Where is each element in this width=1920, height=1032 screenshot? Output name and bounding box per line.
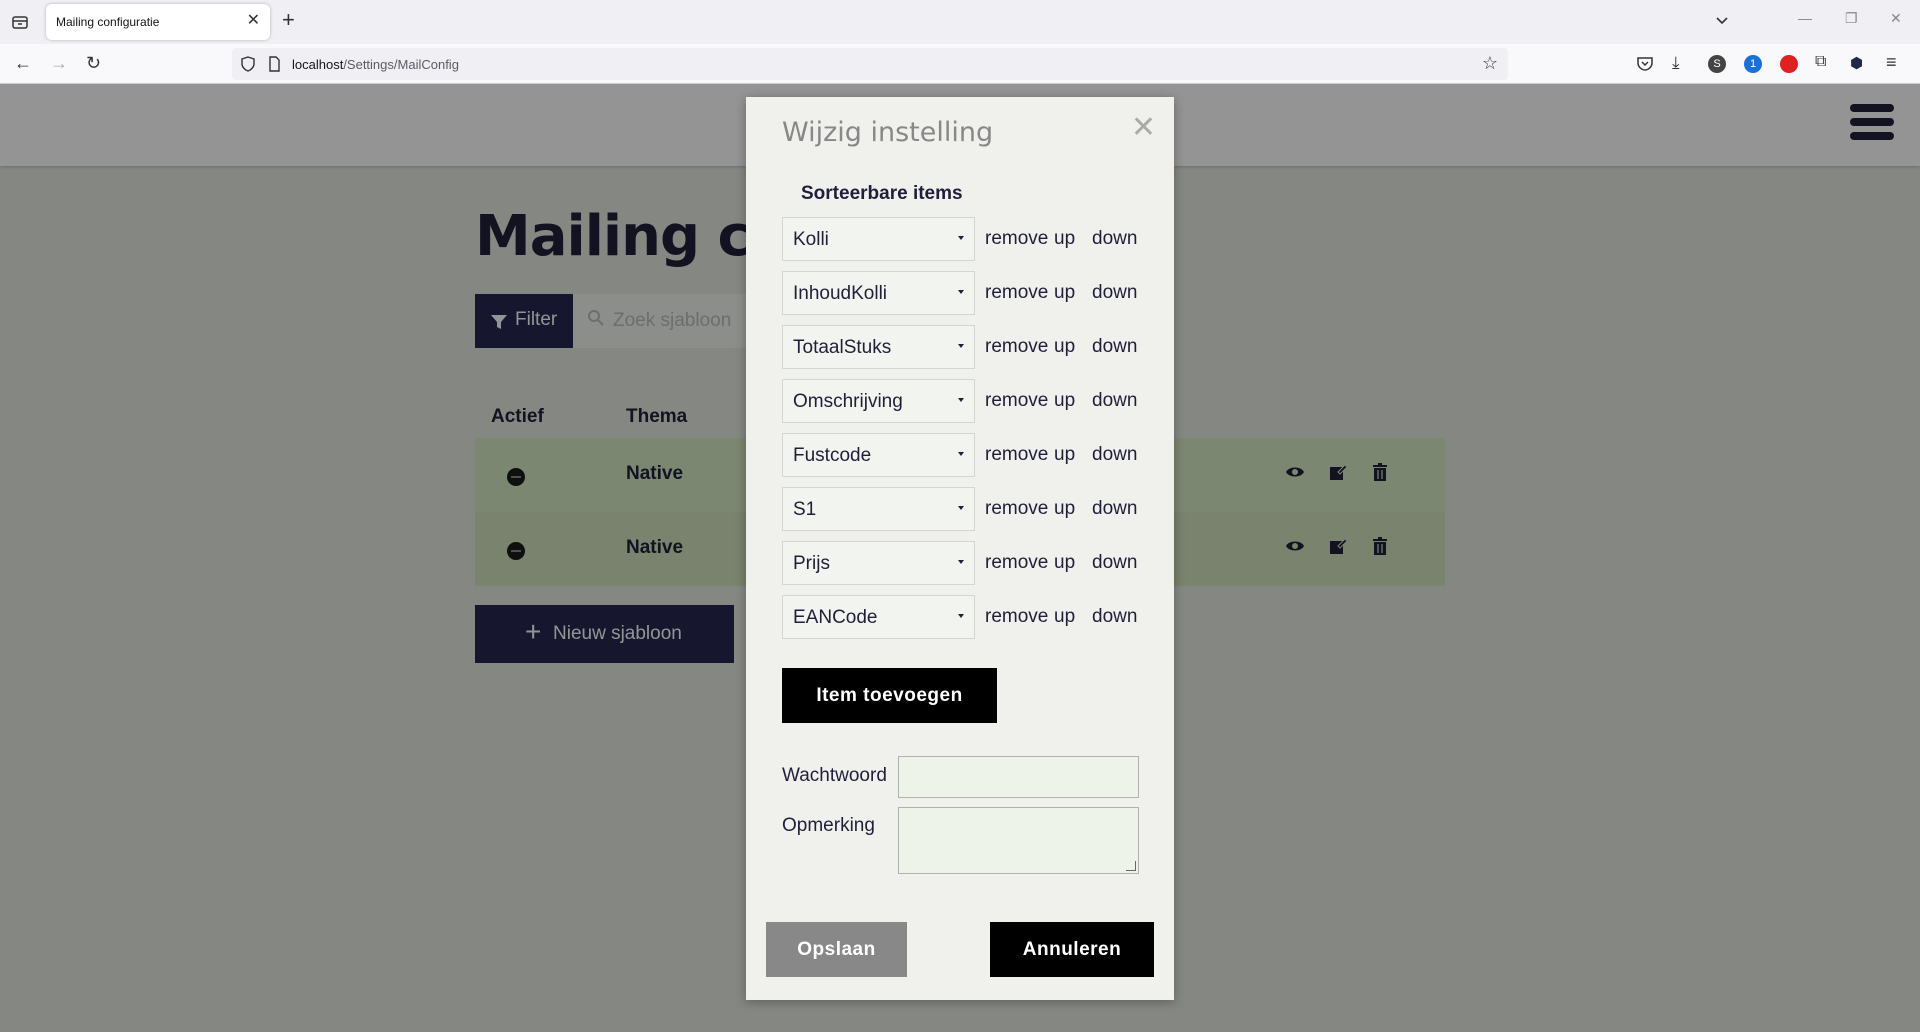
reload-icon[interactable]: ↻: [86, 53, 101, 73]
minimize-icon[interactable]: —: [1798, 10, 1812, 26]
extension-s-icon[interactable]: S: [1708, 55, 1726, 73]
sortable-item-row: Kolli remove up down: [782, 217, 1142, 261]
extension-hex-icon[interactable]: ⬢: [1850, 54, 1868, 72]
caret-down-icon: [958, 344, 964, 348]
tab-overflow-chevron-icon[interactable]: [1714, 13, 1730, 29]
modal-title: Wijzig instelling: [782, 117, 994, 148]
sortable-item-row: InhoudKolli remove up down: [782, 271, 1142, 315]
up-link[interactable]: up: [1054, 390, 1075, 412]
caret-down-icon: [958, 290, 964, 294]
caret-down-icon: [958, 236, 964, 240]
down-link[interactable]: down: [1092, 552, 1137, 574]
sortable-item-row: TotaalStuks remove up down: [782, 325, 1142, 369]
bookmark-star-icon[interactable]: ☆: [1482, 53, 1498, 74]
remove-link[interactable]: remove: [985, 498, 1048, 520]
caret-down-icon: [958, 614, 964, 618]
up-link[interactable]: up: [1054, 444, 1075, 466]
up-link[interactable]: up: [1054, 552, 1075, 574]
password-label: Wachtwoord: [782, 765, 887, 786]
tab-list-icon[interactable]: [10, 12, 30, 32]
save-button[interactable]: Opslaan: [766, 922, 907, 977]
remove-link[interactable]: remove: [985, 282, 1048, 304]
back-icon[interactable]: ←: [14, 53, 32, 73]
remove-link[interactable]: remove: [985, 606, 1048, 628]
down-link[interactable]: down: [1092, 282, 1137, 304]
caret-down-icon: [958, 506, 964, 510]
sortable-item-row: S1 remove up down: [782, 487, 1142, 531]
item-select[interactable]: Kolli: [782, 217, 975, 261]
remove-link[interactable]: remove: [985, 444, 1048, 466]
browser-tab[interactable]: Mailing configuratie ✕: [46, 4, 270, 40]
down-link[interactable]: down: [1092, 444, 1137, 466]
app-menu-icon[interactable]: ≡: [1886, 52, 1904, 72]
password-field[interactable]: [898, 756, 1139, 798]
tab-title: Mailing configuratie: [56, 15, 160, 29]
cancel-button[interactable]: Annuleren: [990, 922, 1154, 977]
shield-icon[interactable]: [240, 56, 256, 72]
resize-handle-icon[interactable]: [1126, 861, 1136, 871]
password-manager-icon[interactable]: 1: [1744, 55, 1762, 73]
tab-close-icon[interactable]: ✕: [247, 13, 260, 29]
close-icon[interactable]: ✕: [1131, 113, 1156, 143]
sortable-item-row: EANCode remove up down: [782, 595, 1142, 639]
down-link[interactable]: down: [1092, 336, 1137, 358]
browser-navbar: ← → ↻ localhost/Settings/MailConfig ☆ ⤓ …: [0, 44, 1920, 84]
item-select[interactable]: InhoudKolli: [782, 271, 975, 315]
sortable-item-row: Fustcode remove up down: [782, 433, 1142, 477]
sortable-items-title: Sorteerbare items: [801, 183, 963, 204]
new-tab-icon[interactable]: +: [282, 9, 295, 31]
remove-link[interactable]: remove: [985, 336, 1048, 358]
page-icon: [269, 56, 280, 72]
remark-textarea[interactable]: [898, 807, 1139, 874]
item-select[interactable]: Omschrijving: [782, 379, 975, 423]
restore-icon[interactable]: ❐: [1845, 10, 1858, 27]
window-close-icon[interactable]: ✕: [1890, 10, 1902, 27]
downloads-icon[interactable]: ⤓: [1672, 53, 1690, 72]
remove-link[interactable]: remove: [985, 228, 1048, 250]
edit-setting-modal: Wijzig instelling ✕ Sorteerbare items Ko…: [746, 97, 1174, 1000]
extensions-puzzle-icon[interactable]: ⧉: [1815, 53, 1833, 71]
up-link[interactable]: up: [1054, 282, 1075, 304]
remark-label: Opmerking: [782, 815, 875, 836]
item-select[interactable]: EANCode: [782, 595, 975, 639]
up-link[interactable]: up: [1054, 498, 1075, 520]
down-link[interactable]: down: [1092, 228, 1137, 250]
item-select[interactable]: Fustcode: [782, 433, 975, 477]
forward-icon[interactable]: →: [50, 53, 68, 73]
item-select[interactable]: Prijs: [782, 541, 975, 585]
down-link[interactable]: down: [1092, 606, 1137, 628]
add-item-button[interactable]: Item toevoegen: [782, 668, 997, 723]
caret-down-icon: [958, 560, 964, 564]
sortable-item-row: Omschrijving remove up down: [782, 379, 1142, 423]
sortable-item-row: Prijs remove up down: [782, 541, 1142, 585]
remove-link[interactable]: remove: [985, 390, 1048, 412]
browser-tabbar: Mailing configuratie ✕ + — ❐ ✕: [0, 0, 1920, 44]
up-link[interactable]: up: [1054, 336, 1075, 358]
caret-down-icon: [958, 452, 964, 456]
item-select[interactable]: TotaalStuks: [782, 325, 975, 369]
remove-link[interactable]: remove: [985, 552, 1048, 574]
pocket-icon[interactable]: [1636, 55, 1654, 73]
down-link[interactable]: down: [1092, 498, 1137, 520]
up-link[interactable]: up: [1054, 228, 1075, 250]
up-link[interactable]: up: [1054, 606, 1075, 628]
url-bar[interactable]: localhost/Settings/MailConfig ☆: [232, 48, 1508, 80]
url-text: localhost/Settings/MailConfig: [292, 57, 459, 72]
extension-red-icon[interactable]: [1780, 55, 1798, 73]
caret-down-icon: [958, 398, 964, 402]
down-link[interactable]: down: [1092, 390, 1137, 412]
item-select[interactable]: S1: [782, 487, 975, 531]
